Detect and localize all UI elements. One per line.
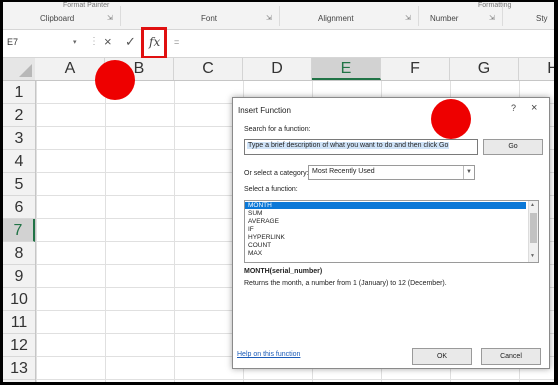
search-input[interactable]: Type a brief description of what you wan… <box>244 139 478 155</box>
row-header-6[interactable]: 6 <box>3 196 35 219</box>
font-launcher-icon[interactable]: ⇲ <box>266 14 272 22</box>
function-item-sum[interactable]: SUM <box>245 210 526 217</box>
ribbon-separator <box>418 6 419 26</box>
search-label: Search for a function: <box>244 126 311 133</box>
row-header-4[interactable]: 4 <box>3 150 35 173</box>
ribbon-group-styles: Sty <box>536 14 548 23</box>
ribbon-group-font: Font <box>201 14 218 23</box>
row-header-9[interactable]: 9 <box>3 265 35 288</box>
column-header-g[interactable]: G <box>450 58 519 80</box>
close-icon[interactable]: × <box>531 102 537 114</box>
name-box[interactable]: E7 <box>7 37 18 47</box>
scroll-down-icon[interactable]: ▼ <box>530 253 535 259</box>
insert-function-button[interactable]: fx <box>149 35 160 49</box>
row-header-12[interactable]: 12 <box>3 334 35 357</box>
chevron-down-icon[interactable]: ▼ <box>463 166 474 179</box>
scrollbar-thumb[interactable] <box>530 213 537 243</box>
alignment-launcher-icon[interactable]: ⇲ <box>405 14 411 22</box>
row-header-2[interactable]: 2 <box>3 104 35 127</box>
ribbon-group-alignment: Alignment <box>318 14 354 23</box>
function-item-average[interactable]: AVERAGE <box>245 218 526 225</box>
function-item-if[interactable]: IF <box>245 226 526 233</box>
category-label: Or select a category: <box>244 170 309 177</box>
row-header-1[interactable]: 1 <box>3 81 35 104</box>
function-list[interactable]: MONTH SUM AVERAGE IF HYPERLINK COUNT MAX… <box>244 200 539 263</box>
excel-window: Format Painter Formatting Clipboard ⇲ Fo… <box>3 2 554 382</box>
column-header-h[interactable]: H <box>519 58 554 80</box>
row-header-10[interactable]: 10 <box>3 288 35 311</box>
ribbon-separator <box>502 6 503 26</box>
formula-input[interactable]: = <box>174 37 179 47</box>
name-box-dropdown-icon[interactable]: ▾ <box>73 38 77 46</box>
select-all-icon <box>19 64 32 77</box>
cancel-entry-icon[interactable]: × <box>104 34 112 49</box>
ribbon: Format Painter Formatting Clipboard ⇲ Fo… <box>3 2 554 30</box>
category-value: Most Recently Used <box>312 168 375 175</box>
row-header-column: 1 2 3 4 5 6 7 8 9 10 11 12 13 <box>3 81 36 382</box>
conditional-formatting-label[interactable]: Formatting <box>478 2 511 9</box>
clipboard-launcher-icon[interactable]: ⇲ <box>107 14 113 22</box>
function-list-label: Select a function: <box>244 186 298 193</box>
cancel-button[interactable]: Cancel <box>481 348 541 365</box>
format-painter-label[interactable]: Format Painter <box>63 2 109 9</box>
row-header-11[interactable]: 11 <box>3 311 35 334</box>
function-item-hyperlink[interactable]: HYPERLINK <box>245 234 526 241</box>
function-item-max[interactable]: MAX <box>245 250 526 257</box>
function-description: Returns the month, a number from 1 (Janu… <box>244 280 447 287</box>
row-header-5[interactable]: 5 <box>3 173 35 196</box>
column-header-c[interactable]: C <box>174 58 243 80</box>
number-launcher-icon[interactable]: ⇲ <box>489 14 495 22</box>
column-header-f[interactable]: F <box>381 58 450 80</box>
enter-entry-icon[interactable]: ✓ <box>125 34 136 50</box>
ribbon-separator <box>120 6 121 26</box>
row-header-13[interactable]: 13 <box>3 357 35 380</box>
row-header-8[interactable]: 8 <box>3 242 35 265</box>
go-button[interactable]: Go <box>483 139 543 155</box>
category-select[interactable]: Most Recently Used ▼ <box>308 165 475 180</box>
function-item-count[interactable]: COUNT <box>245 242 526 249</box>
column-header-d[interactable]: D <box>243 58 312 80</box>
select-all-button[interactable] <box>3 58 35 80</box>
function-list-scrollbar[interactable]: ▲ ▼ <box>528 201 538 262</box>
dialog-title: Insert Function <box>238 106 291 115</box>
column-header-row: A B C D E F G H <box>3 58 554 81</box>
search-input-text: Type a brief description of what you wan… <box>247 142 450 149</box>
column-header-e[interactable]: E <box>312 58 381 80</box>
formula-bar: E7 ▾ ⋮ × ✓ fx = <box>3 27 554 59</box>
red-marker-dot <box>95 60 135 100</box>
insert-function-dialog: Insert Function ? × Search for a functio… <box>232 97 550 369</box>
ok-button[interactable]: OK <box>412 348 472 365</box>
ribbon-group-number: Number <box>430 14 459 23</box>
scroll-up-icon[interactable]: ▲ <box>530 202 535 208</box>
red-marker-dot <box>431 99 471 139</box>
row-header-7[interactable]: 7 <box>3 219 35 242</box>
function-item-month[interactable]: MONTH <box>245 202 526 209</box>
ribbon-group-clipboard: Clipboard <box>40 14 75 23</box>
function-signature: MONTH(serial_number) <box>244 268 323 275</box>
row-header-3[interactable]: 3 <box>3 127 35 150</box>
ribbon-separator <box>279 6 280 26</box>
help-on-function-link[interactable]: Help on this function <box>237 351 300 358</box>
formula-bar-grip-icon: ⋮ <box>89 36 99 47</box>
help-icon[interactable]: ? <box>511 103 516 113</box>
